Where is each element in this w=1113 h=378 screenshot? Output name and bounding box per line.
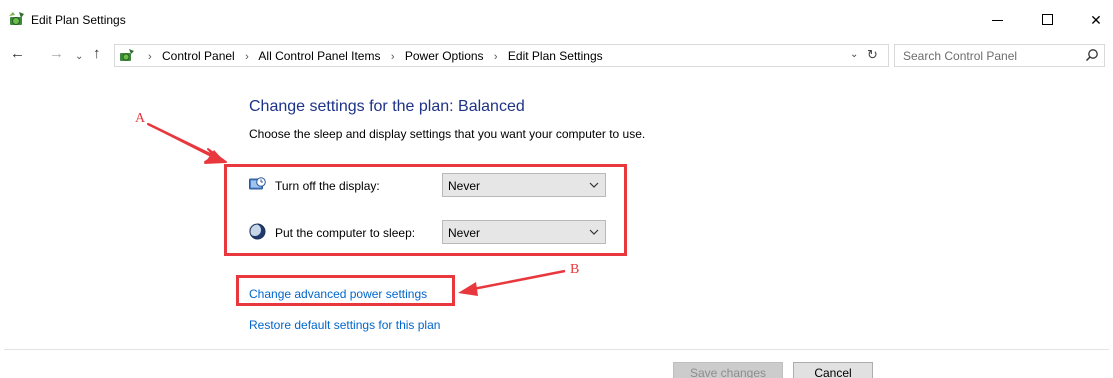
breadcrumb-separator-icon: › <box>245 51 249 63</box>
power-options-icon <box>9 12 24 25</box>
breadcrumb-edit-plan-settings[interactable]: Edit Plan Settings <box>508 49 603 63</box>
annotation-arrow-a-head <box>204 150 226 164</box>
address-bar[interactable]: › Control Panel › All Control Panel Item… <box>114 44 889 67</box>
restore-defaults-link[interactable]: Restore default settings for this plan <box>249 318 440 332</box>
page-subtitle: Choose the sleep and display settings th… <box>249 127 646 141</box>
title-bar: Edit Plan Settings ✕ <box>0 0 1113 40</box>
breadcrumb: › Control Panel › All Control Panel Item… <box>141 49 603 63</box>
minimize-button[interactable] <box>975 6 1021 34</box>
breadcrumb-all-items[interactable]: All Control Panel Items <box>258 49 380 63</box>
breadcrumb-separator-icon: › <box>148 51 152 63</box>
breadcrumb-separator-icon: › <box>390 51 395 63</box>
navigation-bar: ← → ⌄ ↑ › Control Panel › All Control Pa… <box>0 42 1113 68</box>
annotation-arrow-a-shaft <box>147 122 219 160</box>
recent-locations-chevron-icon[interactable]: ⌄ <box>75 49 83 65</box>
cancel-button[interactable]: Cancel <box>793 362 873 378</box>
annotation-box-b <box>236 275 455 306</box>
breadcrumb-control-panel[interactable]: Control Panel <box>162 49 235 63</box>
annotation-box-a <box>224 164 627 256</box>
search-icon[interactable] <box>1085 48 1099 62</box>
address-dropdown-chevron-icon[interactable]: ⌄ <box>850 49 858 60</box>
breadcrumb-separator-icon: › <box>493 51 498 63</box>
control-panel-icon <box>120 49 134 61</box>
search-input[interactable] <box>895 45 1080 66</box>
annotation-label-b: B <box>570 262 580 277</box>
breadcrumb-power-options[interactable]: Power Options <box>405 49 484 63</box>
window-title: Edit Plan Settings <box>31 13 126 27</box>
back-arrow-icon[interactable]: ← <box>10 46 25 62</box>
close-button[interactable]: ✕ <box>1073 6 1113 34</box>
close-icon: ✕ <box>1090 12 1102 28</box>
save-changes-button[interactable]: Save changes <box>673 362 783 378</box>
refresh-icon[interactable]: ↻ <box>867 47 878 63</box>
up-arrow-icon[interactable]: ↑ <box>93 46 101 62</box>
annotation-arrow-a <box>147 123 227 163</box>
annotation-arrow-b-shaft <box>467 269 566 292</box>
forward-arrow-icon[interactable]: → <box>49 46 64 62</box>
annotation-arrow-b-head <box>458 282 478 296</box>
footer-divider <box>4 349 1109 350</box>
minimize-icon <box>992 20 1003 21</box>
annotation-label-a: A <box>135 111 146 126</box>
maximize-button[interactable] <box>1025 6 1071 34</box>
page-title: Change settings for the plan: Balanced <box>249 98 525 115</box>
maximize-icon <box>1042 14 1053 25</box>
search-box[interactable] <box>894 44 1105 67</box>
